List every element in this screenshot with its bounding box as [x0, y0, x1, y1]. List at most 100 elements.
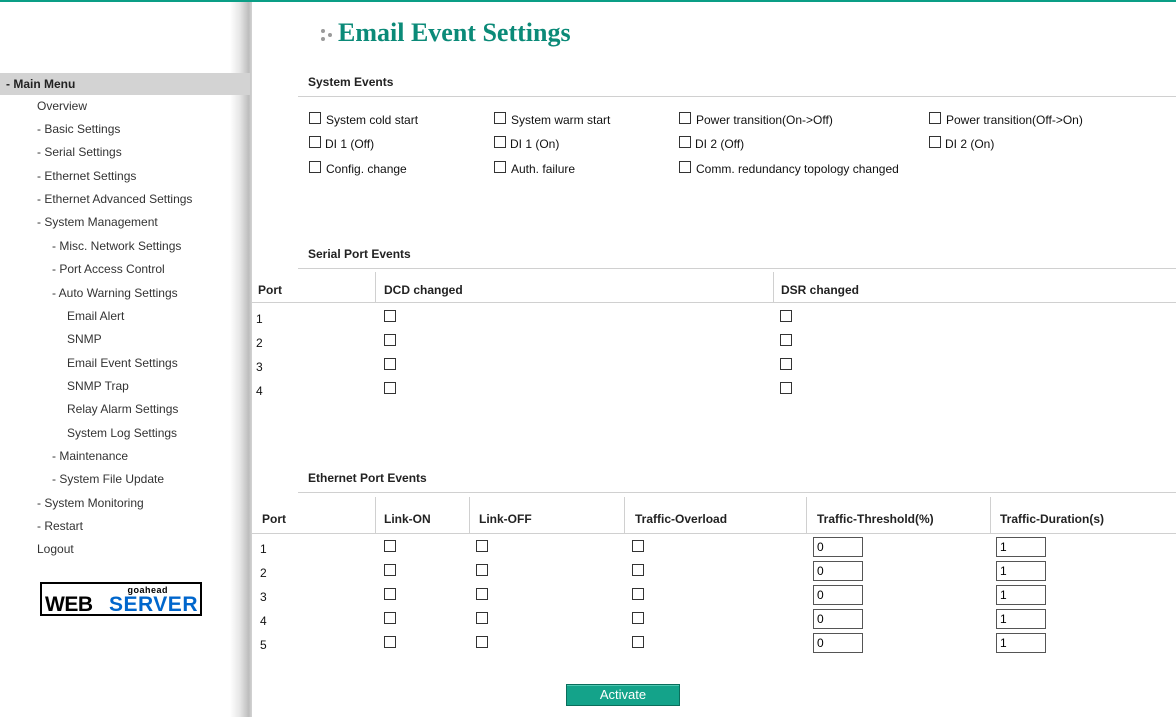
- sidebar-item-port-access-control[interactable]: - Port Access Control: [52, 261, 165, 277]
- label-auth-failure: Auth. failure: [511, 162, 576, 176]
- label-power-on-off: Power transition(On->Off): [696, 113, 833, 127]
- checkbox-config-change[interactable]: [309, 161, 321, 173]
- eth-1-duration-input[interactable]: [996, 537, 1046, 557]
- checkbox-eth-3-link-off[interactable]: [476, 588, 488, 600]
- checkbox-system-warm-start[interactable]: [494, 112, 506, 124]
- label-system-warm-start: System warm start: [511, 113, 611, 127]
- divider: [252, 302, 1176, 303]
- sidebar-item-auto-warning-settings[interactable]: - Auto Warning Settings: [52, 285, 178, 301]
- serial-port-1: 1: [256, 312, 263, 326]
- logo-server-text: SERVER: [109, 593, 198, 616]
- eth-col-link-off: Link-OFF: [479, 512, 532, 526]
- label-di1-on: DI 1 (On): [510, 137, 560, 151]
- serial-col-port: Port: [258, 283, 282, 297]
- checkbox-serial-2-dsr[interactable]: [780, 334, 792, 346]
- checkbox-eth-5-link-on[interactable]: [384, 636, 396, 648]
- checkbox-power-on-off[interactable]: [679, 112, 691, 124]
- sidebar-item-ethernet-advanced-settings[interactable]: - Ethernet Advanced Settings: [37, 191, 192, 207]
- col-divider: [375, 272, 376, 302]
- eth-2-threshold-input[interactable]: [813, 561, 863, 581]
- label-di2-on: DI 2 (On): [945, 137, 995, 151]
- checkbox-di1-off[interactable]: [309, 136, 321, 148]
- checkbox-serial-4-dsr[interactable]: [780, 382, 792, 394]
- sidebar-item-relay-alarm-settings[interactable]: Relay Alarm Settings: [67, 401, 178, 417]
- eth-4-duration-input[interactable]: [996, 609, 1046, 629]
- main-menu-header[interactable]: - Main Menu: [0, 73, 250, 95]
- sidebar-item-snmp-trap[interactable]: SNMP Trap: [67, 378, 129, 394]
- sidebar-item-system-management[interactable]: - System Management: [37, 214, 158, 230]
- sidebar-item-overview[interactable]: Overview: [37, 98, 87, 114]
- checkbox-serial-3-dcd[interactable]: [384, 358, 396, 370]
- divider: [252, 533, 1176, 534]
- eth-3-threshold-input[interactable]: [813, 585, 863, 605]
- checkbox-eth-4-link-on[interactable]: [384, 612, 396, 624]
- ethernet-events-title: Ethernet Port Events: [308, 471, 427, 485]
- checkbox-eth-3-link-on[interactable]: [384, 588, 396, 600]
- checkbox-serial-2-dcd[interactable]: [384, 334, 396, 346]
- sidebar-item-restart[interactable]: - Restart: [37, 518, 83, 534]
- eth-port-3: 3: [260, 590, 267, 604]
- checkbox-serial-1-dcd[interactable]: [384, 310, 396, 322]
- label-system-cold-start: System cold start: [326, 113, 419, 127]
- eth-5-threshold-input[interactable]: [813, 633, 863, 653]
- label-di2-off: DI 2 (Off): [695, 137, 745, 151]
- title-dots-icon: [318, 26, 336, 44]
- checkbox-eth-2-overload[interactable]: [632, 564, 644, 576]
- eth-col-link-on: Link-ON: [384, 512, 431, 526]
- eth-1-threshold-input[interactable]: [813, 537, 863, 557]
- col-divider: [806, 497, 807, 533]
- checkbox-auth-failure[interactable]: [494, 161, 506, 173]
- checkbox-eth-4-overload[interactable]: [632, 612, 644, 624]
- eth-5-duration-input[interactable]: [996, 633, 1046, 653]
- serial-port-2: 2: [256, 336, 263, 350]
- checkbox-di2-off[interactable]: [679, 136, 691, 148]
- checkbox-serial-4-dcd[interactable]: [384, 382, 396, 394]
- checkbox-comm-redundancy[interactable]: [679, 161, 691, 173]
- checkbox-eth-4-link-off[interactable]: [476, 612, 488, 624]
- sidebar-item-maintenance[interactable]: - Maintenance: [52, 448, 128, 464]
- eth-4-threshold-input[interactable]: [813, 609, 863, 629]
- sidebar-item-system-file-update[interactable]: - System File Update: [52, 471, 164, 487]
- checkbox-eth-3-overload[interactable]: [632, 588, 644, 600]
- sidebar-item-ethernet-settings[interactable]: - Ethernet Settings: [37, 168, 136, 184]
- serial-events-title: Serial Port Events: [308, 247, 411, 261]
- sidebar-item-email-event-settings[interactable]: Email Event Settings: [67, 355, 178, 371]
- checkbox-serial-1-dsr[interactable]: [780, 310, 792, 322]
- sidebar-item-logout[interactable]: Logout: [37, 541, 74, 557]
- sidebar-item-system-monitoring[interactable]: - System Monitoring: [37, 495, 144, 511]
- eth-port-4: 4: [260, 614, 267, 628]
- checkbox-system-cold-start[interactable]: [309, 112, 321, 124]
- col-divider: [375, 497, 376, 533]
- sidebar-item-snmp[interactable]: SNMP: [67, 331, 102, 347]
- checkbox-eth-1-link-on[interactable]: [384, 540, 396, 552]
- eth-3-duration-input[interactable]: [996, 585, 1046, 605]
- eth-port-1: 1: [260, 542, 267, 556]
- divider: [298, 492, 1176, 493]
- sidebar-item-system-log-settings[interactable]: System Log Settings: [67, 425, 177, 441]
- sidebar-item-basic-settings[interactable]: - Basic Settings: [37, 121, 120, 137]
- checkbox-di2-on[interactable]: [929, 136, 941, 148]
- col-divider: [990, 497, 991, 533]
- sidebar-item-email-alert[interactable]: Email Alert: [67, 308, 124, 324]
- checkbox-serial-3-dsr[interactable]: [780, 358, 792, 370]
- serial-port-3: 3: [256, 360, 263, 374]
- checkbox-eth-1-overload[interactable]: [632, 540, 644, 552]
- activate-button[interactable]: Activate: [566, 684, 680, 706]
- sidebar-item-misc-network-settings[interactable]: - Misc. Network Settings: [52, 238, 181, 254]
- eth-col-traffic-threshold: Traffic-Threshold(%): [817, 512, 934, 526]
- checkbox-di1-on[interactable]: [494, 136, 506, 148]
- checkbox-eth-5-link-off[interactable]: [476, 636, 488, 648]
- label-config-change: Config. change: [326, 162, 407, 176]
- sidebar-item-serial-settings[interactable]: - Serial Settings: [37, 144, 122, 160]
- system-events-title: System Events: [308, 75, 394, 89]
- serial-col-dsr: DSR changed: [781, 283, 860, 297]
- checkbox-eth-1-link-off[interactable]: [476, 540, 488, 552]
- eth-port-5: 5: [260, 638, 267, 652]
- eth-2-duration-input[interactable]: [996, 561, 1046, 581]
- checkbox-eth-5-overload[interactable]: [632, 636, 644, 648]
- checkbox-eth-2-link-off[interactable]: [476, 564, 488, 576]
- col-divider: [624, 497, 625, 533]
- label-comm-redundancy: Comm. redundancy topology changed: [696, 162, 899, 176]
- checkbox-eth-2-link-on[interactable]: [384, 564, 396, 576]
- checkbox-power-off-on[interactable]: [929, 112, 941, 124]
